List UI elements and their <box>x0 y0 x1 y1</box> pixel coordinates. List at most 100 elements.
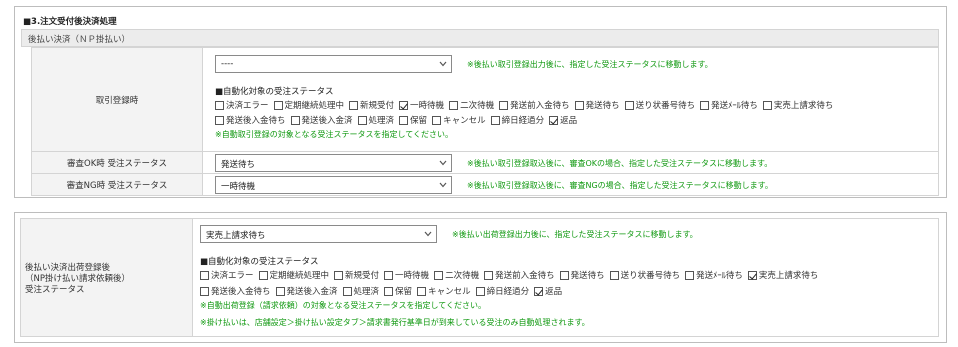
status-checkbox[interactable]: 一時待機 <box>399 99 444 111</box>
shipment-label-line2: （NP掛け払い請求依頼後） <box>25 274 130 284</box>
np-payment-subheader: 後払い決済（ＮＰ掛払い） <box>21 29 939 47</box>
status-checkbox-label: 決済エラー <box>211 271 254 281</box>
checkbox-icon[interactable] <box>685 270 695 280</box>
status-checkbox-label: 処理済 <box>368 116 395 126</box>
checkbox-icon[interactable] <box>334 270 344 280</box>
status-checkbox-label: 保留 <box>410 116 428 126</box>
status-checkbox[interactable]: 新規受付 <box>349 99 394 111</box>
shipment-status-checkboxes-2: 発送後入金待ち 発送後入金済 処理済 保留 キャンセル 締日経過分 返品 <box>200 285 567 297</box>
shipment-note: ※後払い出荷登録出力後に、指定した受注ステータスに移動します。 <box>452 230 698 239</box>
checkbox-icon[interactable] <box>349 100 359 110</box>
checkbox-icon[interactable] <box>273 100 283 110</box>
status-checkbox[interactable]: 処理済 <box>357 114 395 126</box>
status-checkbox-label: 締日経過分 <box>486 287 530 297</box>
checkbox-icon[interactable] <box>384 286 394 296</box>
checkbox-icon[interactable] <box>499 100 509 110</box>
status-checkbox[interactable]: 決済エラー <box>200 269 254 281</box>
checkbox-icon[interactable] <box>200 286 209 296</box>
status-checkbox[interactable]: 保留 <box>384 285 412 297</box>
checkbox-icon[interactable] <box>624 100 634 110</box>
ok-status-note: ※後払い取引登録取込後に、審査OKの場合、指定した受注ステータスに移動します。 <box>467 159 773 168</box>
status-checkbox-label: 発送ﾒｰﾙ待ち <box>711 101 758 111</box>
chevron-down-icon <box>439 182 447 188</box>
checkbox-icon[interactable] <box>342 286 352 296</box>
torihiki-status-note: ※自動取引登録の対象となる受注ステータスを指定してください。 <box>215 130 453 139</box>
checkbox-checked-icon[interactable] <box>747 270 757 280</box>
shipment-status-title: ■自動化対象の受注ステータス <box>200 257 319 267</box>
checkbox-icon[interactable] <box>215 115 224 125</box>
status-checkbox[interactable]: 定期継続処理中 <box>258 269 330 281</box>
shipment-status-select[interactable]: 実売上請求待ち <box>200 225 437 243</box>
status-checkbox[interactable]: 発送後入金待ち <box>200 285 271 297</box>
checkbox-icon[interactable] <box>700 100 710 110</box>
status-checkbox[interactable]: 発送後入金済 <box>290 114 353 126</box>
torihiki-note: ※後払い取引登録出力後に、指定した受注ステータスに移動します。 <box>467 60 713 69</box>
checkbox-icon[interactable] <box>399 115 409 125</box>
status-checkbox[interactable]: 返品 <box>549 114 577 126</box>
shipment-status-panel: 後払い決済出荷登録後 （NP掛け払い請求依頼後） 受注ステータス 実売上請求待ち… <box>14 212 947 343</box>
status-checkbox[interactable]: 発送後入金済 <box>275 285 338 297</box>
checkbox-icon[interactable] <box>609 270 619 280</box>
checkbox-icon[interactable] <box>490 115 500 125</box>
status-checkbox[interactable]: 一時待機 <box>384 269 429 281</box>
status-checkbox[interactable]: 発送後入金待ち <box>215 114 286 126</box>
status-checkbox[interactable]: キャンセル <box>417 285 471 297</box>
status-checkbox[interactable]: 二次待機 <box>434 269 479 281</box>
torihiki-select-value: ---- <box>221 59 234 69</box>
status-checkbox[interactable]: 実売上請求待ち <box>762 99 833 111</box>
status-checkbox[interactable]: 定期継続処理中 <box>273 99 345 111</box>
status-checkbox-label: 定期継続処理中 <box>269 271 330 281</box>
status-checkbox-label: 定期継続処理中 <box>284 101 345 111</box>
status-checkbox[interactable]: 発送前入金待ち <box>499 99 570 111</box>
status-checkbox[interactable]: 発送待ち <box>559 269 605 281</box>
checkbox-icon[interactable] <box>449 100 459 110</box>
checkbox-icon[interactable] <box>290 115 300 125</box>
status-checkbox[interactable]: 新規受付 <box>334 269 379 281</box>
status-checkbox[interactable]: 決済エラー <box>215 99 269 111</box>
checkbox-icon[interactable] <box>357 115 367 125</box>
checkbox-icon[interactable] <box>258 270 268 280</box>
shipment-label-line1: 後払い決済出荷登録後 <box>25 263 111 273</box>
checkbox-icon[interactable] <box>384 270 394 280</box>
checkbox-icon[interactable] <box>762 100 772 110</box>
status-checkbox[interactable]: 実売上請求待ち <box>747 269 818 281</box>
checkbox-checked-icon[interactable] <box>534 286 544 296</box>
checkbox-icon[interactable] <box>215 100 224 110</box>
shipment-status-label: 後払い決済出荷登録後 （NP掛け払い請求依頼後） 受注ステータス <box>20 218 193 337</box>
checkbox-icon[interactable] <box>275 286 285 296</box>
ok-status-select[interactable]: 発送待ち <box>215 154 452 172</box>
ng-status-select[interactable]: 一時待機 <box>215 176 452 194</box>
status-checkbox[interactable]: 送り状番号待ち <box>624 99 695 111</box>
checkbox-checked-icon[interactable] <box>399 100 409 110</box>
checkbox-icon[interactable] <box>434 270 444 280</box>
status-checkbox[interactable]: 処理済 <box>342 285 380 297</box>
checkbox-icon[interactable] <box>417 286 427 296</box>
torihiki-status-checkboxes-1: 決済エラー 定期継続処理中 新規受付 一時待機 二次待機 発送前入金待ち 発送待ち 送り状番号… <box>215 99 838 111</box>
checkbox-icon[interactable] <box>559 270 569 280</box>
status-checkbox[interactable]: 発送ﾒｰﾙ待ち <box>685 269 743 281</box>
torihiki-status-select[interactable]: ---- <box>215 55 452 73</box>
checkbox-icon[interactable] <box>200 270 209 280</box>
checkbox-icon[interactable] <box>574 100 584 110</box>
status-checkbox[interactable]: キャンセル <box>432 114 486 126</box>
status-checkbox-label: 発送後入金待ち <box>226 116 286 126</box>
status-checkbox[interactable]: 送り状番号待ち <box>609 269 680 281</box>
status-checkbox-label: 返品 <box>560 116 578 126</box>
status-checkbox-label: 処理済 <box>353 287 380 297</box>
status-checkbox[interactable]: 返品 <box>534 285 562 297</box>
status-checkbox[interactable]: 保留 <box>399 114 427 126</box>
checkbox-icon[interactable] <box>475 286 485 296</box>
shipment-select-value: 実売上請求待ち <box>206 231 266 241</box>
status-checkbox[interactable]: 発送前入金待ち <box>484 269 555 281</box>
status-checkbox-label: 発送後入金待ち <box>211 287 271 297</box>
status-checkbox[interactable]: 締日経過分 <box>490 114 544 126</box>
status-checkbox[interactable]: 二次待機 <box>449 99 494 111</box>
checkbox-icon[interactable] <box>432 115 442 125</box>
status-checkbox[interactable]: 締日経過分 <box>475 285 530 297</box>
checkbox-icon[interactable] <box>484 270 494 280</box>
status-checkbox-label: 発送前入金待ち <box>495 271 555 281</box>
status-checkbox[interactable]: 発送待ち <box>574 99 620 111</box>
status-checkbox[interactable]: 発送ﾒｰﾙ待ち <box>700 99 758 111</box>
status-checkbox-label: 返品 <box>545 287 563 297</box>
checkbox-checked-icon[interactable] <box>549 115 559 125</box>
